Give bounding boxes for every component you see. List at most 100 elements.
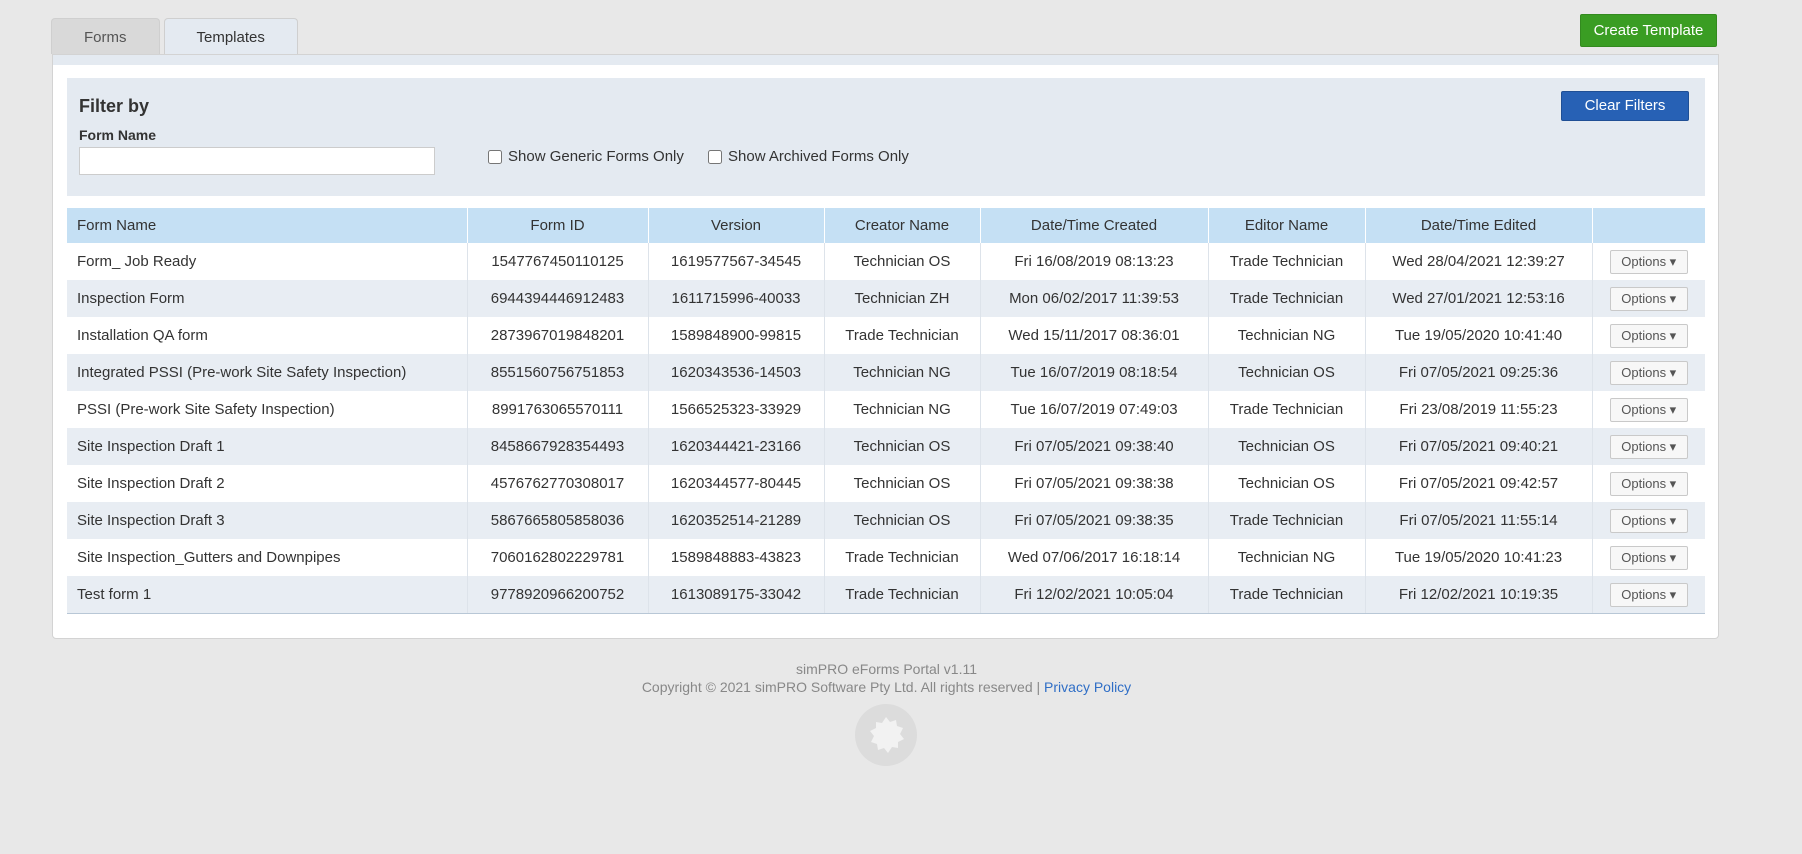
- cell-form-name: Test form 1: [67, 576, 468, 614]
- options-button[interactable]: Options ▾: [1609, 434, 1688, 459]
- cell-form-name: Integrated PSSI (Pre-work Site Safety In…: [67, 354, 468, 391]
- cell-options: Options ▾: [1592, 428, 1705, 465]
- col-version[interactable]: Version: [648, 208, 825, 243]
- footer-version: simPRO eForms Portal v1.11: [795, 661, 977, 677]
- cell-form-id: 2873967019848201: [467, 317, 649, 354]
- col-form-id[interactable]: Form ID: [467, 208, 649, 243]
- options-button[interactable]: Options ▾: [1609, 582, 1688, 607]
- options-button[interactable]: Options ▾: [1609, 545, 1688, 570]
- cell-creator-name: Trade Technician: [824, 317, 981, 354]
- cell-options: Options ▾: [1592, 280, 1705, 317]
- col-date-edited[interactable]: Date/Time Edited: [1365, 208, 1593, 243]
- gear-logo-icon: [855, 704, 917, 766]
- cell-date-created: Tue 16/07/2019 07:49:03: [980, 391, 1209, 428]
- tab-forms[interactable]: Forms: [51, 18, 160, 54]
- table-row[interactable]: Site Inspection_Gutters and Downpipes 706…: [67, 539, 1705, 576]
- cell-date-edited: Tue 19/05/2020 10:41:40: [1365, 317, 1593, 354]
- col-options: [1592, 208, 1705, 243]
- archived-forms-checkbox[interactable]: Show Archived Forms Only: [708, 148, 909, 165]
- cell-date-edited: Wed 28/04/2021 12:39:27: [1365, 243, 1593, 280]
- cell-editor-name: Trade Technician: [1208, 391, 1366, 428]
- create-template-button[interactable]: Create Template: [1580, 14, 1717, 47]
- cell-editor-name: Trade Technician: [1208, 576, 1366, 614]
- cell-options: Options ▾: [1592, 317, 1705, 354]
- table-row[interactable]: Integrated PSSI (Pre-work Site Safety In…: [67, 354, 1705, 391]
- table-row[interactable]: Site Inspection Draft 1 8458667928354493 1…: [67, 428, 1705, 465]
- cell-form-name: PSSI (Pre-work Site Safety Inspection): [67, 391, 468, 428]
- archived-forms-checkbox-input[interactable]: [708, 149, 722, 164]
- cell-options: Options ▾: [1592, 576, 1705, 614]
- cell-version: 1620344421-23166: [648, 428, 825, 465]
- panel-top-bar: [53, 55, 1718, 65]
- cell-version: 1620344577-80445: [648, 465, 825, 502]
- table-row[interactable]: Site Inspection Draft 2 4576762770308017 1…: [67, 465, 1705, 502]
- cell-version: 1566525323-33929: [648, 391, 825, 428]
- col-editor-name[interactable]: Editor Name: [1208, 208, 1366, 243]
- generic-forms-label: Show Generic Forms Only: [508, 148, 684, 165]
- options-button[interactable]: Options ▾: [1609, 249, 1688, 274]
- table-row[interactable]: Installation QA form 2873967019848201 1589…: [67, 317, 1705, 354]
- table-row[interactable]: Site Inspection Draft 3 5867665805858036 1…: [67, 502, 1705, 539]
- table-body: Form_ Job Ready 1547767450110125 161957756…: [67, 243, 1705, 614]
- cell-creator-name: Trade Technician: [824, 539, 981, 576]
- cell-version: 1589848883-43823: [648, 539, 825, 576]
- cell-date-edited: Tue 19/05/2020 10:41:23: [1365, 539, 1593, 576]
- cell-version: 1619577567-34545: [648, 243, 825, 280]
- cell-form-name: Inspection Form: [67, 280, 468, 317]
- cell-date-created: Mon 06/02/2017 11:39:53: [980, 280, 1209, 317]
- cell-creator-name: Technician OS: [824, 465, 981, 502]
- cell-options: Options ▾: [1592, 539, 1705, 576]
- cell-version: 1620352514-21289: [648, 502, 825, 539]
- cell-date-created: Fri 07/05/2021 09:38:40: [980, 428, 1209, 465]
- table-row[interactable]: Form_ Job Ready 1547767450110125 161957756…: [67, 243, 1705, 280]
- options-button[interactable]: Options ▾: [1609, 397, 1688, 422]
- cell-options: Options ▾: [1592, 465, 1705, 502]
- cell-form-id: 5867665805858036: [467, 502, 649, 539]
- options-button[interactable]: Options ▾: [1609, 360, 1688, 385]
- cell-form-id: 6944394446912483: [467, 280, 649, 317]
- generic-forms-checkbox[interactable]: Show Generic Forms Only: [488, 148, 684, 165]
- tab-bar: Forms Templates: [51, 18, 298, 55]
- cell-form-name: Form_ Job Ready: [67, 243, 468, 280]
- cell-version: 1611715996-40033: [648, 280, 825, 317]
- cell-creator-name: Technician ZH: [824, 280, 981, 317]
- col-creator-name[interactable]: Creator Name: [824, 208, 981, 243]
- cell-creator-name: Trade Technician: [824, 576, 981, 614]
- cell-options: Options ▾: [1592, 391, 1705, 428]
- cell-date-edited: Wed 27/01/2021 12:53:16: [1365, 280, 1593, 317]
- archived-forms-label: Show Archived Forms Only: [728, 148, 909, 165]
- filter-section: Filter by Form Name Show Generic Forms O…: [67, 78, 1705, 196]
- cell-editor-name: Trade Technician: [1208, 502, 1366, 539]
- options-button[interactable]: Options ▾: [1609, 471, 1688, 496]
- cell-creator-name: Technician OS: [824, 502, 981, 539]
- cell-date-edited: Fri 12/02/2021 10:19:35: [1365, 576, 1593, 614]
- cell-date-edited: Fri 07/05/2021 09:25:36: [1365, 354, 1593, 391]
- cell-options: Options ▾: [1592, 243, 1705, 280]
- clear-filters-button[interactable]: Clear Filters: [1561, 91, 1689, 121]
- col-date-created[interactable]: Date/Time Created: [980, 208, 1209, 243]
- tab-templates[interactable]: Templates: [163, 18, 298, 55]
- cell-creator-name: Technician NG: [824, 354, 981, 391]
- form-name-input[interactable]: [79, 147, 435, 175]
- footer-copyright-line: Copyright © 2021 simPRO Software Pty Ltd…: [0, 679, 1773, 695]
- cell-form-name: Site Inspection Draft 2: [67, 465, 468, 502]
- cell-form-id: 8551560756751853: [467, 354, 649, 391]
- cell-form-id: 1547767450110125: [467, 243, 649, 280]
- col-form-name[interactable]: Form Name: [67, 208, 468, 243]
- cell-date-edited: Fri 07/05/2021 11:55:14: [1365, 502, 1593, 539]
- generic-forms-checkbox-input[interactable]: [488, 149, 502, 164]
- table-row[interactable]: Inspection Form 6944394446912483 161171599…: [67, 280, 1705, 317]
- options-button[interactable]: Options ▾: [1609, 323, 1688, 348]
- table-row[interactable]: Test form 1 9778920966200752 1613089175-33…: [67, 576, 1705, 614]
- options-button[interactable]: Options ▾: [1609, 508, 1688, 533]
- cell-date-created: Tue 16/07/2019 08:18:54: [980, 354, 1209, 391]
- cell-editor-name: Technician OS: [1208, 465, 1366, 502]
- options-button[interactable]: Options ▾: [1609, 286, 1688, 311]
- cell-version: 1620343536-14503: [648, 354, 825, 391]
- cell-form-id: 7060162802229781: [467, 539, 649, 576]
- table-row[interactable]: PSSI (Pre-work Site Safety Inspection) 89…: [67, 391, 1705, 428]
- privacy-policy-link[interactable]: Privacy Policy: [1044, 679, 1131, 695]
- cell-editor-name: Technician OS: [1208, 428, 1366, 465]
- cell-form-id: 8458667928354493: [467, 428, 649, 465]
- footer-copyright: Copyright © 2021 simPRO Software Pty Ltd…: [641, 679, 1041, 695]
